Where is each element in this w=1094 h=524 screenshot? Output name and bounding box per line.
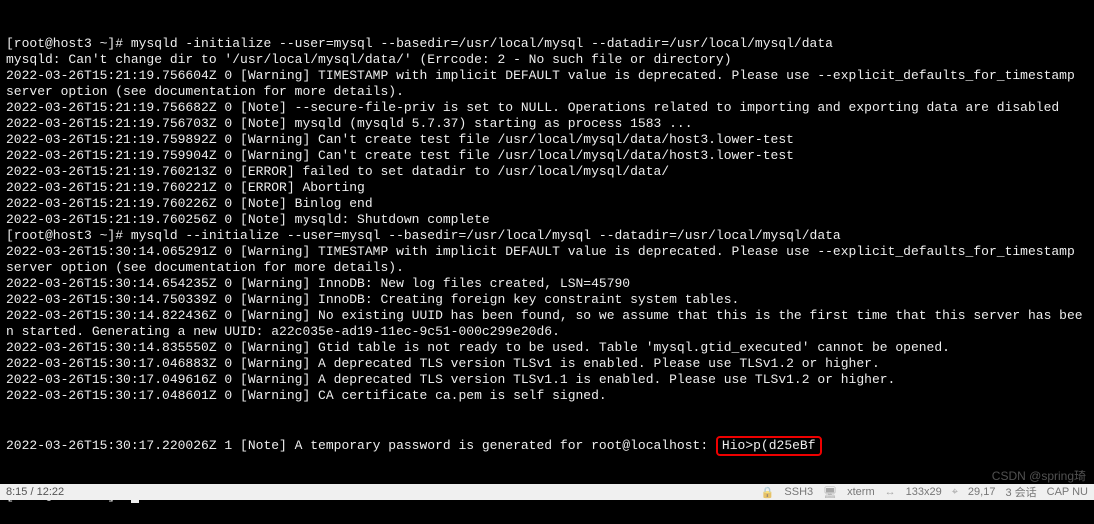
terminal-line: [root@host3 ~]# mysqld -initialize --use… <box>6 36 1088 52</box>
terminal-line: [root@host3 ~]# mysqld --initialize --us… <box>6 228 1088 244</box>
terminal-line: 2022-03-26T15:21:19.756682Z 0 [Note] --s… <box>6 100 1088 116</box>
terminal-line: 2022-03-26T15:30:14.065291Z 0 [Warning] … <box>6 244 1088 276</box>
terminal-line: 2022-03-26T15:30:17.049616Z 0 [Warning] … <box>6 372 1088 388</box>
password-prefix: 2022-03-26T15:30:17.220026Z 1 [Note] A t… <box>6 438 716 453</box>
terminal-line: 2022-03-26T15:21:19.760256Z 0 [Note] mys… <box>6 212 1088 228</box>
lock-icon: 🔒 <box>761 486 775 499</box>
terminal-line: 2022-03-26T15:21:19.760226Z 0 [Note] Bin… <box>6 196 1088 212</box>
terminal-line: 2022-03-26T15:21:19.756604Z 0 [Warning] … <box>6 68 1088 100</box>
terminal-line: 2022-03-26T15:30:14.654235Z 0 [Warning] … <box>6 276 1088 292</box>
terminal-line: 2022-03-26T15:21:19.760221Z 0 [ERROR] Ab… <box>6 180 1088 196</box>
generated-password: Hio>p(d25eBf <box>716 436 822 456</box>
status-term: xterm <box>847 486 875 498</box>
watermark-text: CSDN @spring琦 <box>992 467 1086 484</box>
status-left: 8:15 / 12:22 <box>6 486 64 498</box>
status-size: 133x29 <box>906 486 942 498</box>
status-ssh: SSH3 <box>784 486 813 498</box>
terminal-line: 2022-03-26T15:30:14.750339Z 0 [Warning] … <box>6 292 1088 308</box>
size-icon: ↔ <box>885 486 896 498</box>
terminal-line: mysqld: Can't change dir to '/usr/local/… <box>6 52 1088 68</box>
terminal-icon: 🖥 <box>823 486 837 499</box>
terminal-line: 2022-03-26T15:30:14.822436Z 0 [Warning] … <box>6 308 1088 340</box>
password-line: 2022-03-26T15:30:17.220026Z 1 [Note] A t… <box>6 436 1088 456</box>
terminal-line: 2022-03-26T15:30:17.046883Z 0 [Warning] … <box>6 356 1088 372</box>
terminal-line: 2022-03-26T15:30:14.835550Z 0 [Warning] … <box>6 340 1088 356</box>
status-cap: CAP NU <box>1047 486 1088 498</box>
terminal-line: 2022-03-26T15:21:19.756703Z 0 [Note] mys… <box>6 116 1088 132</box>
status-bar: 8:15 / 12:22 🔒 SSH3 🖥 xterm ↔ 133x29 ⌖ 2… <box>0 484 1094 500</box>
status-pos: 29,17 <box>968 486 996 498</box>
terminal-output[interactable]: [root@host3 ~]# mysqld -initialize --use… <box>0 0 1094 524</box>
terminal-line: 2022-03-26T15:21:19.759892Z 0 [Warning] … <box>6 132 1088 148</box>
terminal-line: 2022-03-26T15:30:17.048601Z 0 [Warning] … <box>6 388 1088 404</box>
status-sess: 3 会话 <box>1005 484 1036 500</box>
position-icon: ⌖ <box>952 486 958 499</box>
terminal-line: 2022-03-26T15:21:19.760213Z 0 [ERROR] fa… <box>6 164 1088 180</box>
terminal-line: 2022-03-26T15:21:19.759904Z 0 [Warning] … <box>6 148 1088 164</box>
